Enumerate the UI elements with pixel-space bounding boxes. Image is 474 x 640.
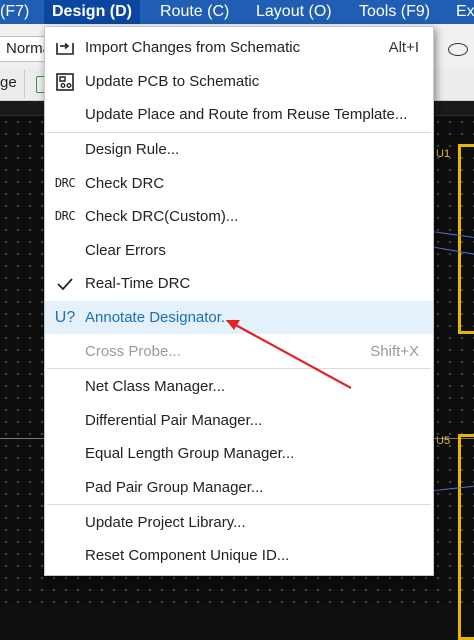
menu-export[interactable]: Ex	[456, 0, 474, 24]
menu-layout[interactable]: Layout (O)	[256, 0, 332, 24]
menu-item-label: Net Class Manager...	[85, 378, 226, 395]
component-label-u1: U1	[436, 148, 451, 160]
component-label-u5: U5	[436, 435, 451, 447]
menu-item-annotate-designator[interactable]: U? Annotate Designator...	[45, 301, 433, 334]
menu-separator	[47, 504, 431, 505]
shortcut-label: Alt+I	[388, 39, 419, 56]
design-menu-dropdown: Import Changes from Schematic Alt+I Upda…	[44, 26, 434, 576]
menu-item-label: Check DRC	[85, 175, 165, 192]
menu-item-label: Update Place and Route from Reuse Templa…	[85, 106, 408, 123]
menu-item-cross-probe[interactable]: Cross Probe... Shift+X	[45, 335, 433, 368]
menu-item-label: Update Project Library...	[85, 514, 246, 531]
menu-item-equal-length-group-manager[interactable]: Equal Length Group Manager...	[45, 437, 433, 470]
menu-item-label: Pad Pair Group Manager...	[85, 479, 264, 496]
shortcut-label: Shift+X	[370, 343, 419, 360]
component-outline-u5[interactable]	[458, 434, 474, 640]
menu-tools-f7[interactable]: (F7)	[0, 0, 29, 24]
menu-item-label: Check DRC(Custom)...	[85, 208, 239, 225]
toolbar-divider	[24, 70, 25, 98]
menu-item-net-class-manager[interactable]: Net Class Manager...	[45, 370, 433, 403]
menu-item-label: Annotate Designator...	[85, 309, 234, 326]
menu-item-check-drc-custom[interactable]: DRC Check DRC(Custom)...	[45, 200, 433, 233]
update-pcb-icon	[53, 65, 77, 98]
menu-separator	[47, 368, 431, 369]
menu-item-label: Design Rule...	[85, 141, 180, 158]
import-changes-icon	[53, 31, 77, 64]
menu-item-pad-pair-group-manager[interactable]: Pad Pair Group Manager...	[45, 471, 433, 504]
menu-item-label: Equal Length Group Manager...	[85, 445, 295, 462]
menu-item-real-time-drc[interactable]: Real-Time DRC	[45, 267, 433, 300]
menu-item-reset-component-uid[interactable]: Reset Component Unique ID...	[45, 539, 433, 572]
menu-item-design-rule[interactable]: Design Rule...	[45, 133, 433, 166]
document-tab[interactable]: ge	[0, 74, 17, 91]
menu-item-differential-pair-manager[interactable]: Differential Pair Manager...	[45, 404, 433, 437]
menu-route[interactable]: Route (C)	[160, 0, 229, 24]
menu-bar: (F7) Design (D) Route (C) Layout (O) Too…	[0, 0, 474, 24]
checkmark-icon	[53, 267, 77, 300]
menu-item-label: Import Changes from Schematic	[85, 39, 301, 56]
annotate-designator-icon: U?	[54, 309, 76, 326]
menu-design[interactable]: Design (D)	[44, 0, 140, 24]
oval-tool-icon[interactable]	[448, 43, 468, 56]
menu-item-label: Real-Time DRC	[85, 275, 191, 292]
menu-item-label: Update PCB to Schematic	[85, 73, 260, 90]
menu-tools[interactable]: Tools (F9)	[359, 0, 430, 24]
menu-item-update-pcb[interactable]: Update PCB to Schematic	[45, 65, 433, 98]
menu-item-clear-errors[interactable]: Clear Errors	[45, 234, 433, 267]
menu-item-label: Cross Probe...	[85, 343, 181, 360]
menu-item-label: Clear Errors	[85, 242, 166, 259]
menu-item-import-changes[interactable]: Import Changes from Schematic Alt+I	[45, 31, 433, 64]
drc-icon: DRC	[54, 176, 76, 190]
menu-item-update-place-route[interactable]: Update Place and Route from Reuse Templa…	[45, 98, 433, 131]
menu-item-check-drc[interactable]: DRC Check DRC	[45, 167, 433, 200]
menu-item-label: Reset Component Unique ID...	[85, 547, 290, 564]
drc-icon: DRC	[54, 209, 76, 223]
menu-item-update-project-library[interactable]: Update Project Library...	[45, 506, 433, 539]
component-outline-u1[interactable]	[458, 144, 474, 334]
menu-item-label: Differential Pair Manager...	[85, 412, 263, 429]
